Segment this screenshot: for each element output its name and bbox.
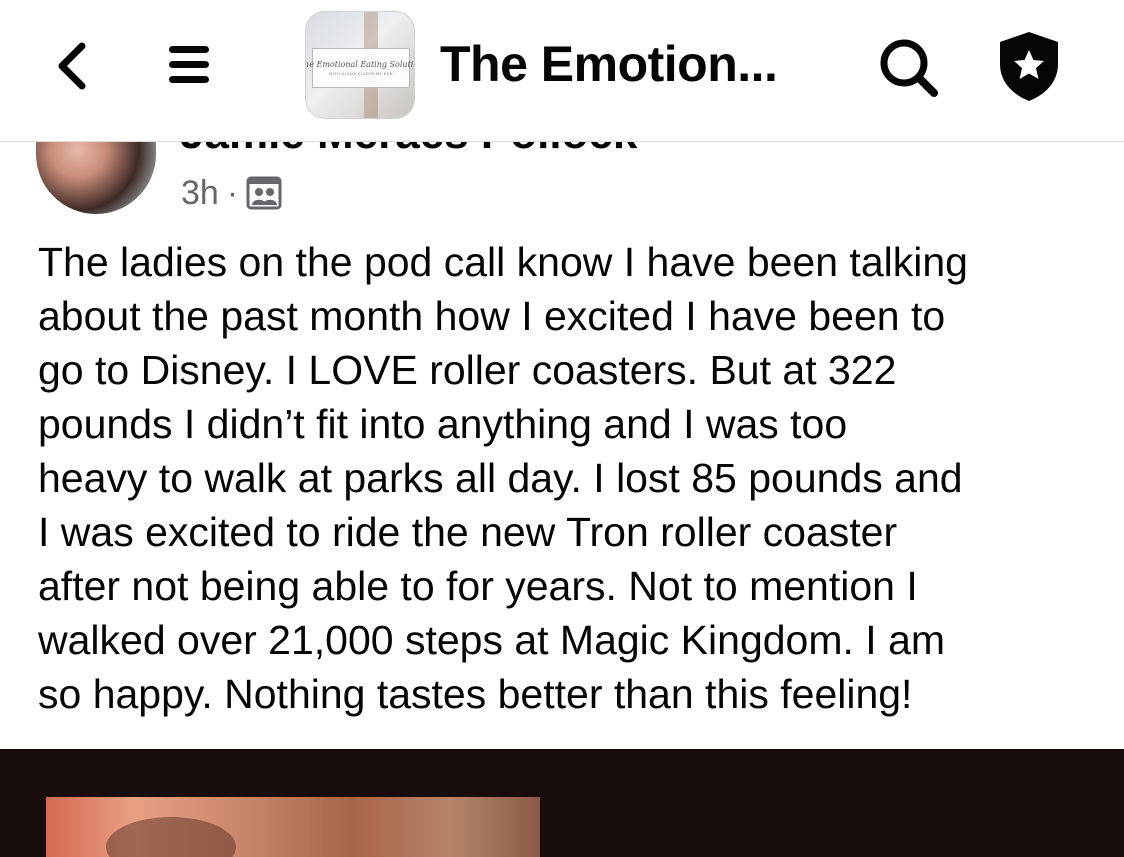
- post-text-line: heavy to walk at parks all day. I lost 8…: [38, 455, 963, 501]
- hamburger-menu-icon: [169, 46, 209, 53]
- search-button[interactable]: [876, 35, 942, 101]
- menu-button[interactable]: [165, 40, 215, 90]
- post-text-line: about the past month how I excited I hav…: [38, 293, 946, 339]
- post-text-line: pounds I didn’t fit into anything and I …: [38, 401, 848, 447]
- post-timestamp[interactable]: 3h: [181, 174, 219, 213]
- post-text-line: go to Disney. I LOVE roller coasters. Bu…: [38, 347, 897, 393]
- post-text-line: I was excited to ride the new Tron rolle…: [38, 509, 898, 555]
- chevron-left-icon: [58, 42, 86, 90]
- group-thumbnail[interactable]: The Emotional Eating Solution WITH ALANA…: [305, 11, 415, 119]
- back-button[interactable]: [50, 38, 94, 94]
- group-members-icon: [246, 176, 282, 210]
- post-photo[interactable]: [0, 749, 1124, 857]
- post-body-text: The ladies on the pod call know I have b…: [38, 235, 1098, 721]
- shield-star-icon: [1000, 32, 1058, 101]
- meta-separator: ·: [226, 173, 239, 212]
- search-icon: [880, 39, 938, 97]
- post-text-line: so happy. Nothing tastes better than thi…: [38, 671, 913, 717]
- post-text-line: walked over 21,000 steps at Magic Kingdo…: [38, 617, 946, 663]
- admin-tools-button[interactable]: [994, 28, 1064, 104]
- post-text-line: The ladies on the pod call know I have b…: [38, 239, 968, 285]
- post-text-line: after not being able to for years. Not t…: [38, 563, 918, 609]
- post-photo-image: [46, 797, 540, 857]
- group-thumbnail-caption: The Emotional Eating Solution: [305, 60, 414, 69]
- top-nav-bar: The Emotional Eating Solution WITH ALANA…: [0, 0, 1124, 142]
- post-meta: 3h ·: [181, 171, 282, 215]
- post: Jamie Meraes Pollock 3h · The ladies on …: [0, 71, 1124, 749]
- group-title[interactable]: The Emotion...: [440, 34, 850, 94]
- group-thumbnail-subcaption: WITH ALANA KLUECK MS RDN: [328, 72, 394, 76]
